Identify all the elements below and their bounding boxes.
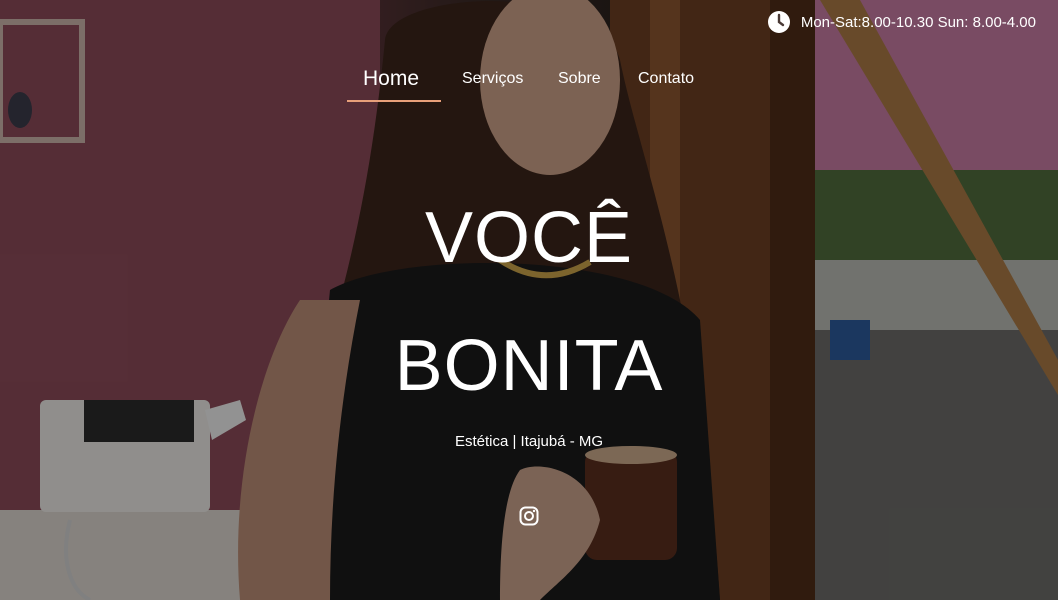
nav-servicos[interactable]: Serviços [462,70,523,88]
nav-active-underline [347,100,441,102]
nav-contato[interactable]: Contato [638,70,694,88]
opening-hours-text: Mon-Sat:8.00-10.30 Sun: 8.00-4.00 [800,13,1036,31]
hero-subtitle: Estética | Itajubá - MG [454,433,604,450]
nav-home[interactable]: Home [363,67,419,91]
instagram-icon[interactable] [519,506,539,526]
hero-title-line-1: VOCÊ [424,198,634,278]
opening-hours: Mon-Sat:8.00-10.30 Sun: 8.00-4.00 [767,10,1036,34]
hero-title-line-2: BONITA [394,326,664,406]
nav-sobre[interactable]: Sobre [558,70,601,88]
hero-section: Mon-Sat:8.00-10.30 Sun: 8.00-4.00 Home S… [0,0,1058,600]
clock-icon [767,11,790,33]
